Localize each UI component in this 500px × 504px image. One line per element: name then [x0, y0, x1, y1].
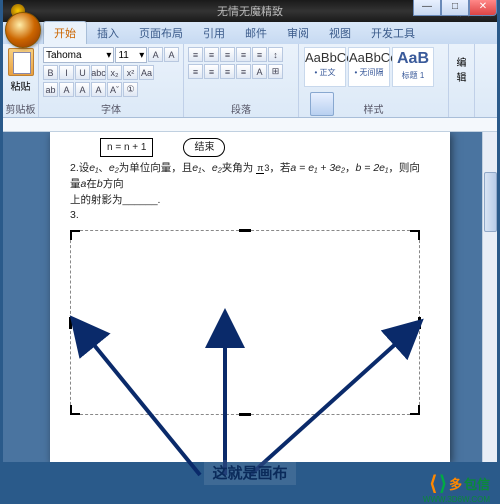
para-btn2-4[interactable]: A — [252, 64, 267, 79]
canvas-handle-bl[interactable] — [70, 405, 80, 415]
minimize-button[interactable]: — — [413, 0, 441, 16]
para-btn2-0[interactable]: ≡ — [188, 64, 203, 79]
paste-icon[interactable] — [8, 48, 34, 76]
para-btn-0[interactable]: ≡ — [188, 47, 203, 62]
vertical-scrollbar[interactable] — [482, 132, 497, 462]
font-btn2-2[interactable]: A — [75, 82, 90, 97]
para-group-label: 段落 — [184, 101, 298, 116]
canvas-handle-l[interactable] — [69, 317, 72, 329]
para-btn-4[interactable]: ≡ — [252, 47, 267, 62]
ribbon-tabs: 开始 插入 页面布局 引用 邮件 审阅 视图 开发工具 — [3, 22, 497, 44]
para-btn2-5[interactable]: ⊞ — [268, 64, 283, 79]
font-group-label: 字体 — [39, 101, 183, 116]
tab-view[interactable]: 视图 — [319, 22, 361, 44]
para-btn-5[interactable]: ↕ — [268, 47, 283, 62]
style-2[interactable]: AaB标题 1 — [392, 47, 434, 87]
tab-insert[interactable]: 插入 — [87, 22, 129, 44]
canvas-handle-r[interactable] — [418, 317, 421, 329]
app-window: 无情无魔精致 绘图工具 — □ ✕ 开始 插入 页面布局 引用 邮件 审阅 视图… — [3, 0, 497, 462]
canvas-handle-t[interactable] — [239, 229, 251, 232]
para-btn-3[interactable]: ≡ — [236, 47, 251, 62]
window-controls: — □ ✕ — [413, 0, 497, 16]
style-0[interactable]: AaBbCcD• 正文 — [304, 47, 346, 87]
font-btn-4[interactable]: x₂ — [107, 65, 122, 80]
para-btn-2[interactable]: ≡ — [220, 47, 235, 62]
tab-review[interactable]: 审阅 — [277, 22, 319, 44]
canvas-handle-b[interactable] — [239, 413, 251, 416]
font-btn2-1[interactable]: A — [59, 82, 74, 97]
annotation-text: 这就是画布 — [0, 460, 500, 485]
scroll-thumb[interactable] — [484, 172, 497, 232]
para-btn2-1[interactable]: ≡ — [204, 64, 219, 79]
tab-home[interactable]: 开始 — [43, 21, 87, 44]
font-btn-6[interactable]: Aa — [139, 65, 154, 80]
font-btn-2[interactable]: U — [75, 65, 90, 80]
flow-end: 结束 — [183, 138, 225, 157]
ribbon: 粘贴 剪贴板 Tahoma▾ 11▾ A A BIUabcx₂x²Aa abAA… — [3, 44, 497, 118]
font-btn2-3[interactable]: A — [91, 82, 106, 97]
ruler[interactable] — [3, 118, 497, 132]
maximize-button[interactable]: □ — [441, 0, 469, 16]
para-btn2-3[interactable]: ≡ — [236, 64, 251, 79]
office-button[interactable] — [5, 12, 41, 48]
window-title: 无情无魔精致 — [217, 3, 283, 19]
font-btn2-0[interactable]: ab — [43, 82, 58, 97]
question-3: 3. — [70, 208, 430, 224]
font-btn-5[interactable]: x² — [123, 65, 138, 80]
grow-font-button[interactable]: A — [148, 47, 163, 62]
tab-layout[interactable]: 页面布局 — [129, 22, 193, 44]
font-btn-0[interactable]: B — [43, 65, 58, 80]
shrink-font-button[interactable]: A — [164, 47, 179, 62]
page[interactable]: n = n + 1 结束 2.设e₁、e₂为单位向量，且e₁、e₂夹角为 π3，… — [50, 132, 450, 462]
font-btn2-4[interactable]: Aˇ — [107, 82, 122, 97]
para-btn-1[interactable]: ≡ — [204, 47, 219, 62]
para-btn2-2[interactable]: ≡ — [220, 64, 235, 79]
drawing-canvas[interactable] — [70, 230, 420, 415]
clipboard-label: 剪贴板 — [3, 101, 38, 116]
style-1[interactable]: AaBbCcD• 无间隔 — [348, 47, 390, 87]
styles-group: AaBbCcD• 正文AaBbCcD• 无间隔AaB标题 1 更改样式 样式 — [299, 44, 449, 117]
tab-references[interactable]: 引用 — [193, 22, 235, 44]
question-2-line2: 上的射影为______. — [70, 193, 430, 209]
paste-label: 粘贴 — [7, 78, 34, 93]
flow-box: n = n + 1 — [100, 138, 153, 157]
font-group: Tahoma▾ 11▾ A A BIUabcx₂x²Aa abAAAAˇ① 字体 — [39, 44, 184, 117]
watermark: ⟨⟩ 多 包信 WWW.3D6W.COM — [429, 471, 490, 496]
font-name-select[interactable]: Tahoma▾ — [43, 47, 114, 63]
document-area: n = n + 1 结束 2.设e₁、e₂为单位向量，且e₁、e₂夹角为 π3，… — [3, 132, 497, 462]
canvas-handle-tl[interactable] — [70, 230, 80, 240]
styles-group-label: 样式 — [299, 101, 448, 116]
close-button[interactable]: ✕ — [469, 0, 497, 16]
font-btn-3[interactable]: abc — [91, 65, 106, 80]
font-btn-1[interactable]: I — [59, 65, 74, 80]
canvas-handle-tr[interactable] — [410, 230, 420, 240]
font-size-select[interactable]: 11▾ — [115, 47, 147, 63]
tab-mail[interactable]: 邮件 — [235, 22, 277, 44]
clipboard-group: 粘贴 剪贴板 — [3, 44, 39, 117]
question-2: 2.设e₁、e₂为单位向量，且e₁、e₂夹角为 π3，若a = e₁ + 3e₂… — [70, 161, 430, 193]
editing-group: 编辑 — [449, 44, 475, 117]
edit-label[interactable]: 编辑 — [453, 54, 470, 84]
tab-dev[interactable]: 开发工具 — [361, 22, 425, 44]
font-btn2-5[interactable]: ① — [123, 82, 138, 97]
canvas-handle-br[interactable] — [410, 405, 420, 415]
paragraph-group: ≡≡≡≡≡↕ ≡≡≡≡A⊞ 段落 — [184, 44, 299, 117]
